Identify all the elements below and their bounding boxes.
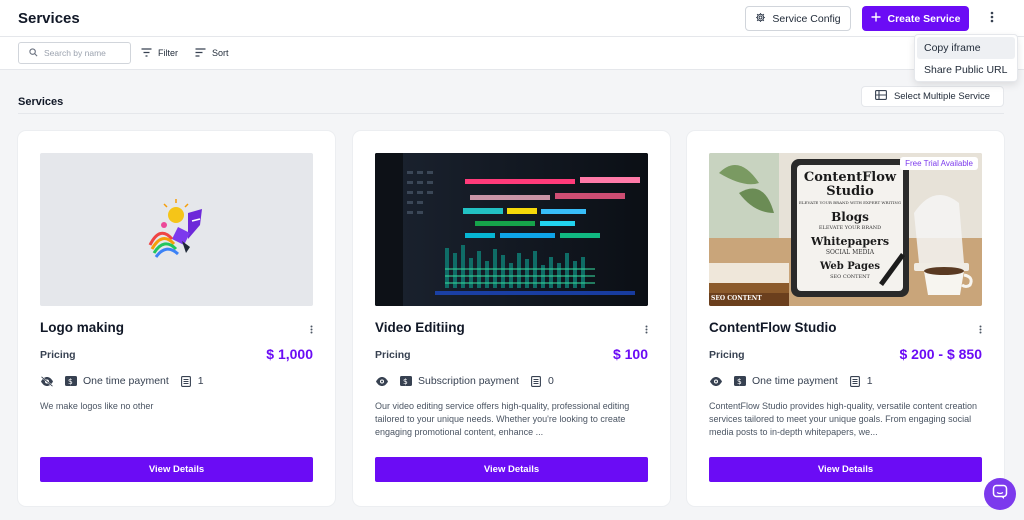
image-line-6: SEO CONTENT xyxy=(830,274,870,280)
sort-icon xyxy=(195,47,206,59)
service-config-label: Service Config xyxy=(772,12,841,25)
image-brand-text-2: Studio xyxy=(826,184,874,199)
card-menu-button[interactable] xyxy=(976,323,984,335)
pricing-label: Pricing xyxy=(709,349,745,361)
list-icon xyxy=(180,375,191,387)
item-count: 1 xyxy=(197,375,204,387)
view-details-button[interactable]: View Details xyxy=(40,457,313,482)
filter-button[interactable]: Filter xyxy=(141,46,178,60)
menu-item-share-public-url[interactable]: Share Public URL xyxy=(917,59,1015,81)
service-description: Our video editing service offers high-qu… xyxy=(375,401,630,437)
logo-illustration xyxy=(148,199,202,258)
select-multiple-service-button[interactable]: Select Multiple Service xyxy=(861,86,1004,107)
service-card: Video Editiing Pricing $ 100 $ Subscript… xyxy=(353,131,670,506)
section-title: Services xyxy=(18,96,64,108)
create-service-button[interactable]: Create Service xyxy=(862,6,969,31)
kebab-icon xyxy=(979,325,981,333)
svg-text:$: $ xyxy=(403,377,408,386)
eye-icon xyxy=(709,376,723,387)
grid-select-icon xyxy=(874,90,887,103)
service-title: Logo making xyxy=(40,320,124,335)
top-bar: Services Service Config Create Service xyxy=(0,0,1024,37)
filter-label: Filter xyxy=(158,48,178,58)
service-card: Logo making Pricing $ 1,000 $ One time p… xyxy=(18,131,335,506)
service-image: ContentFlow Studio ELEVATE YOUR BRAND WI… xyxy=(709,153,982,306)
plus-icon xyxy=(871,12,881,25)
service-description: ContentFlow Studio provides high-quality… xyxy=(709,401,977,437)
pricing-label: Pricing xyxy=(40,349,76,361)
image-line-4: SOCIAL MEDIA xyxy=(826,249,875,256)
search-icon xyxy=(29,44,38,62)
eye-off-icon xyxy=(40,375,54,387)
list-icon xyxy=(849,375,860,387)
payment-type: One time payment xyxy=(752,375,838,387)
image-line-2: ELEVATE YOUR BRAND xyxy=(819,225,881,231)
image-line-5: Web Pages xyxy=(819,261,880,272)
chat-icon xyxy=(992,484,1008,505)
service-config-button[interactable]: Service Config xyxy=(745,6,851,31)
view-details-button[interactable]: View Details xyxy=(375,457,648,482)
menu-item-copy-iframe[interactable]: Copy iframe xyxy=(917,37,1015,59)
service-card: ContentFlow Studio ELEVATE YOUR BRAND WI… xyxy=(687,131,1004,506)
item-count: 1 xyxy=(866,375,873,387)
more-options-button[interactable] xyxy=(983,8,1001,30)
image-tagline-text: ELEVATE YOUR BRAND WITH EXPERT WRITING xyxy=(799,200,901,205)
card-menu-button[interactable] xyxy=(642,323,650,335)
service-meta: $ One time payment 1 xyxy=(709,374,873,388)
gear-icon xyxy=(755,12,766,26)
svg-text:$: $ xyxy=(68,377,73,386)
filter-icon xyxy=(141,47,152,59)
service-title: Video Editiing xyxy=(375,320,465,335)
list-icon xyxy=(531,375,541,387)
more-options-menu: Copy iframe Share Public URL xyxy=(914,34,1018,82)
search-box[interactable] xyxy=(18,42,131,64)
kebab-icon xyxy=(310,325,312,333)
payment-type: One time payment xyxy=(83,375,169,387)
payment-type: Subscription payment xyxy=(418,375,519,387)
payment-icon: $ xyxy=(400,376,412,386)
kebab-icon xyxy=(645,325,647,333)
eye-icon xyxy=(375,376,389,387)
sort-label: Sort xyxy=(212,48,229,58)
create-service-label: Create Service xyxy=(887,12,961,25)
pricing-label: Pricing xyxy=(375,349,411,361)
section-divider xyxy=(18,113,1004,114)
service-description: We make logos like no other xyxy=(40,401,154,411)
video-editor-image xyxy=(375,153,648,306)
service-image xyxy=(375,153,648,306)
service-meta: $ One time payment 1 xyxy=(40,374,204,388)
image-line-3: Whitepapers xyxy=(810,235,889,248)
image-book-text: SEO CONTENT xyxy=(711,295,762,302)
service-title: ContentFlow Studio xyxy=(709,320,837,335)
item-count: 0 xyxy=(547,375,554,387)
image-brand-text: ContentFlow xyxy=(804,170,897,185)
service-meta: $ Subscription payment 0 xyxy=(375,374,554,388)
service-image xyxy=(40,153,313,306)
chat-launcher-button[interactable] xyxy=(984,478,1016,510)
payment-icon: $ xyxy=(65,376,77,386)
filter-toolbar: Filter Sort xyxy=(0,37,1024,70)
search-input[interactable] xyxy=(44,48,124,58)
card-menu-button[interactable] xyxy=(307,323,315,335)
price-value: $ 1,000 xyxy=(266,346,313,362)
price-value: $ 200 - $ 850 xyxy=(899,346,982,362)
page-title: Services xyxy=(18,10,80,27)
payment-icon: $ xyxy=(734,376,746,386)
price-value: $ 100 xyxy=(612,346,648,362)
svg-text:$: $ xyxy=(737,377,742,386)
view-details-button[interactable]: View Details xyxy=(709,457,982,482)
contentflow-tablet-image: ContentFlow Studio ELEVATE YOUR BRAND WI… xyxy=(709,153,982,306)
sort-button[interactable]: Sort xyxy=(195,46,229,60)
kebab-icon xyxy=(990,10,994,28)
free-trial-badge: Free Trial Available xyxy=(900,157,978,170)
select-multiple-label: Select Multiple Service xyxy=(893,91,991,102)
image-line-1: Blogs xyxy=(831,210,869,224)
